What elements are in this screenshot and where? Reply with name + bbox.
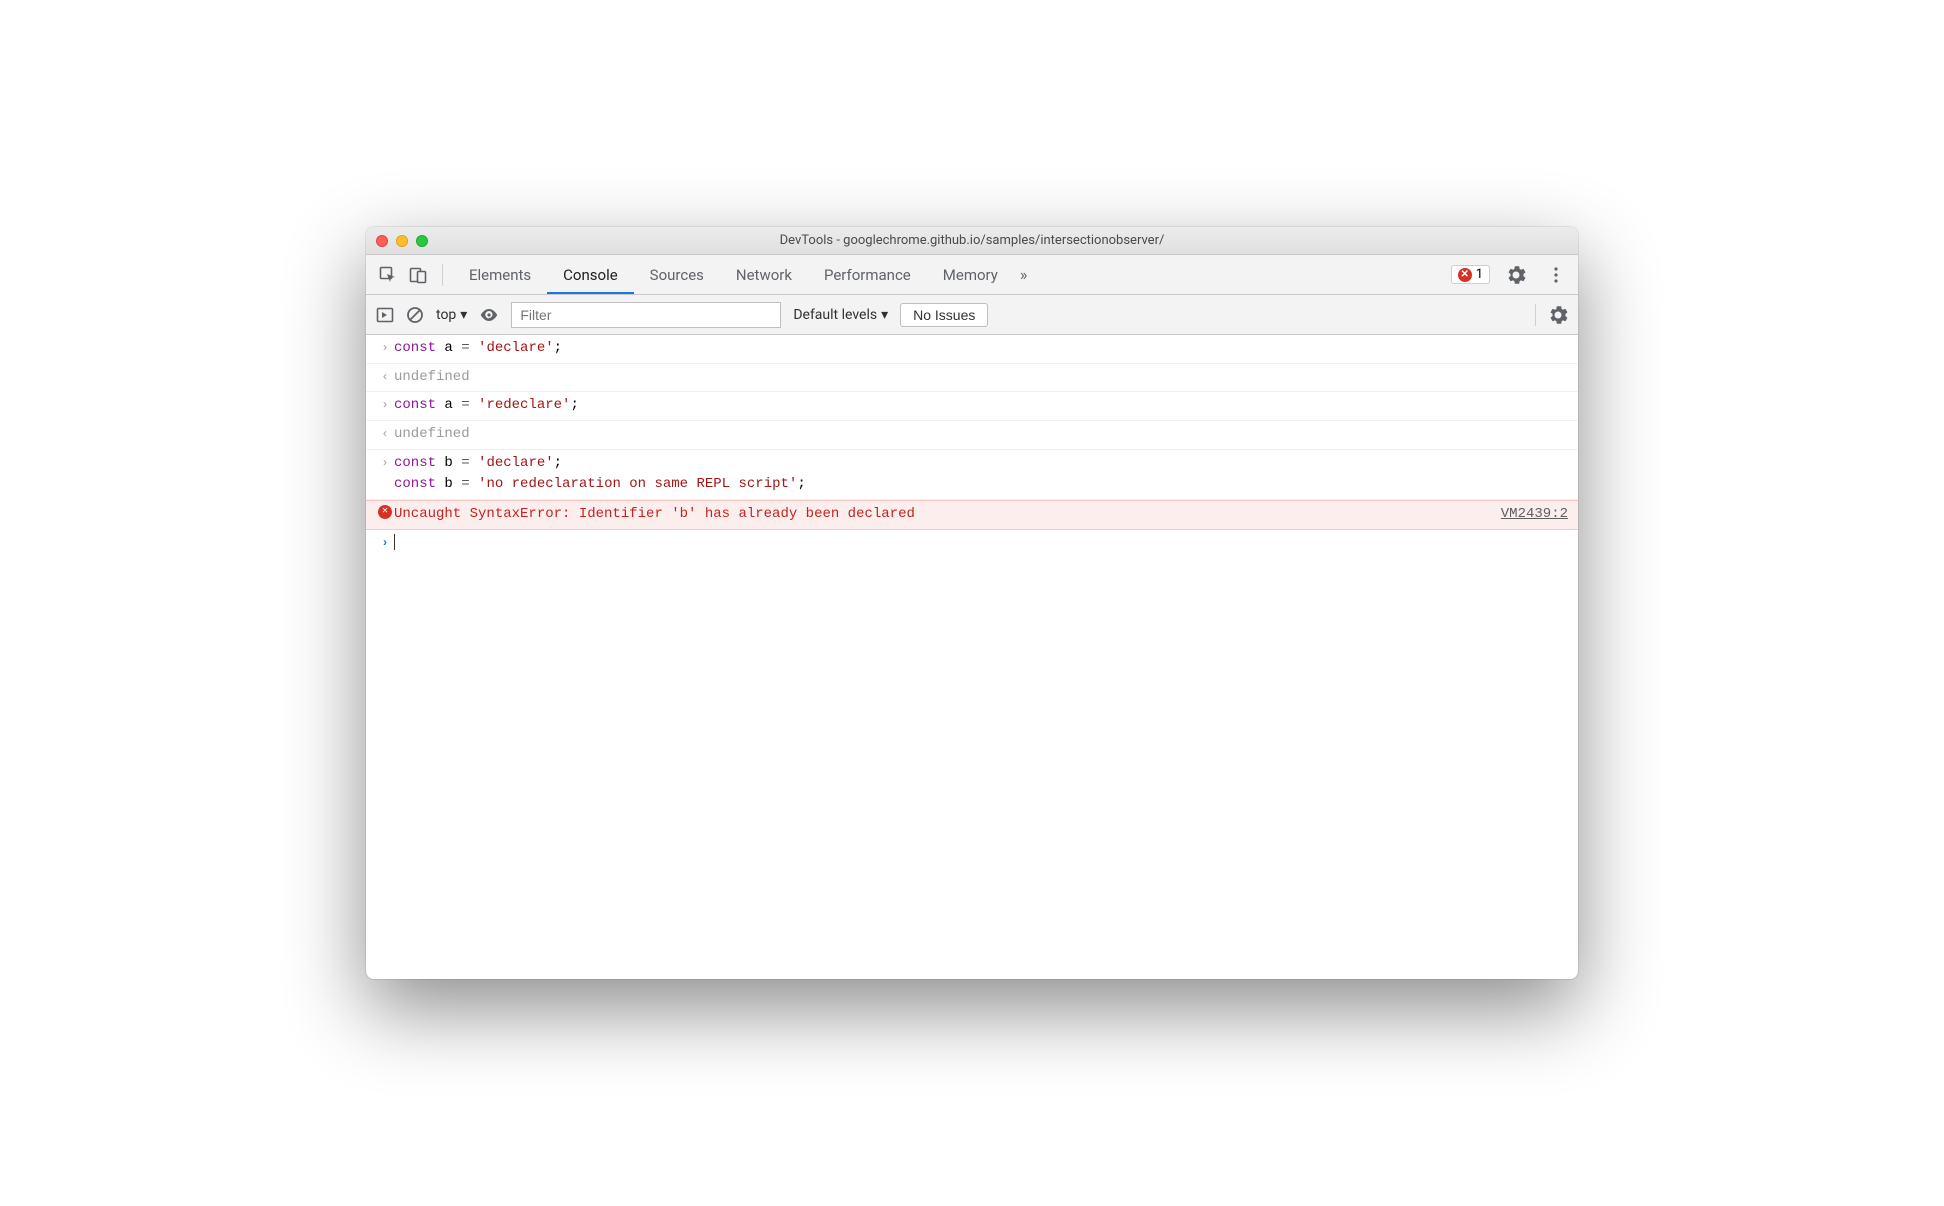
- console-row: ‹undefined: [366, 421, 1578, 450]
- tab-sources[interactable]: Sources: [634, 255, 720, 294]
- chevron-down-icon: ▾: [881, 307, 888, 323]
- context-label: top: [436, 307, 456, 323]
- inspect-element-icon[interactable]: [374, 261, 402, 289]
- levels-label: Default levels: [793, 307, 877, 323]
- console-row: ‹undefined: [366, 364, 1578, 393]
- close-window-button[interactable]: [376, 235, 388, 247]
- log-levels-selector[interactable]: Default levels ▾: [793, 307, 888, 323]
- issues-button[interactable]: No Issues: [900, 303, 988, 327]
- console-row: ›const b = 'declare'; const b = 'no rede…: [366, 450, 1578, 500]
- minimize-window-button[interactable]: [396, 235, 408, 247]
- error-count: 1: [1476, 267, 1483, 282]
- source-link[interactable]: VM2439:2: [1481, 504, 1568, 526]
- filter-input[interactable]: [511, 302, 781, 328]
- divider: [1535, 304, 1536, 326]
- tab-console[interactable]: Console: [547, 255, 634, 294]
- live-expression-icon[interactable]: [479, 305, 499, 325]
- overflow-tabs-icon[interactable]: »: [1020, 265, 1028, 284]
- execution-context-selector[interactable]: top ▾: [436, 307, 467, 323]
- clear-console-icon[interactable]: [406, 306, 424, 324]
- console-settings-icon[interactable]: [1548, 305, 1568, 325]
- settings-icon[interactable]: [1502, 261, 1530, 289]
- kebab-menu-icon[interactable]: [1542, 261, 1570, 289]
- console-row: ›const a = 'redeclare';: [366, 392, 1578, 421]
- zoom-window-button[interactable]: [416, 235, 428, 247]
- device-toolbar-icon[interactable]: [404, 261, 432, 289]
- window-title: DevTools - googlechrome.github.io/sample…: [366, 233, 1578, 248]
- error-count-badge[interactable]: ✕ 1: [1451, 265, 1490, 284]
- error-icon: ✕: [1458, 268, 1472, 282]
- devtools-window: DevTools - googlechrome.github.io/sample…: [366, 227, 1578, 979]
- console-prompt[interactable]: ›: [366, 530, 1578, 558]
- console-row: ›const a = 'declare';: [366, 335, 1578, 364]
- console-output[interactable]: ›const a = 'declare';‹undefined›const a …: [366, 335, 1578, 979]
- console-toolbar: top ▾ Default levels ▾ No Issues: [366, 295, 1578, 335]
- tab-elements[interactable]: Elements: [453, 255, 547, 294]
- divider: [442, 264, 443, 286]
- tab-memory[interactable]: Memory: [927, 255, 1014, 294]
- tab-network[interactable]: Network: [720, 255, 808, 294]
- error-icon: ✕: [378, 505, 392, 519]
- chevron-down-icon: ▾: [460, 307, 467, 323]
- toggle-sidebar-icon[interactable]: [376, 306, 394, 324]
- panel-tabbar: ElementsConsoleSourcesNetworkPerformance…: [366, 255, 1578, 295]
- tab-performance[interactable]: Performance: [808, 255, 927, 294]
- traffic-lights: [376, 235, 428, 247]
- console-row: ✕Uncaught SyntaxError: Identifier 'b' ha…: [366, 500, 1578, 530]
- titlebar: DevTools - googlechrome.github.io/sample…: [366, 227, 1578, 255]
